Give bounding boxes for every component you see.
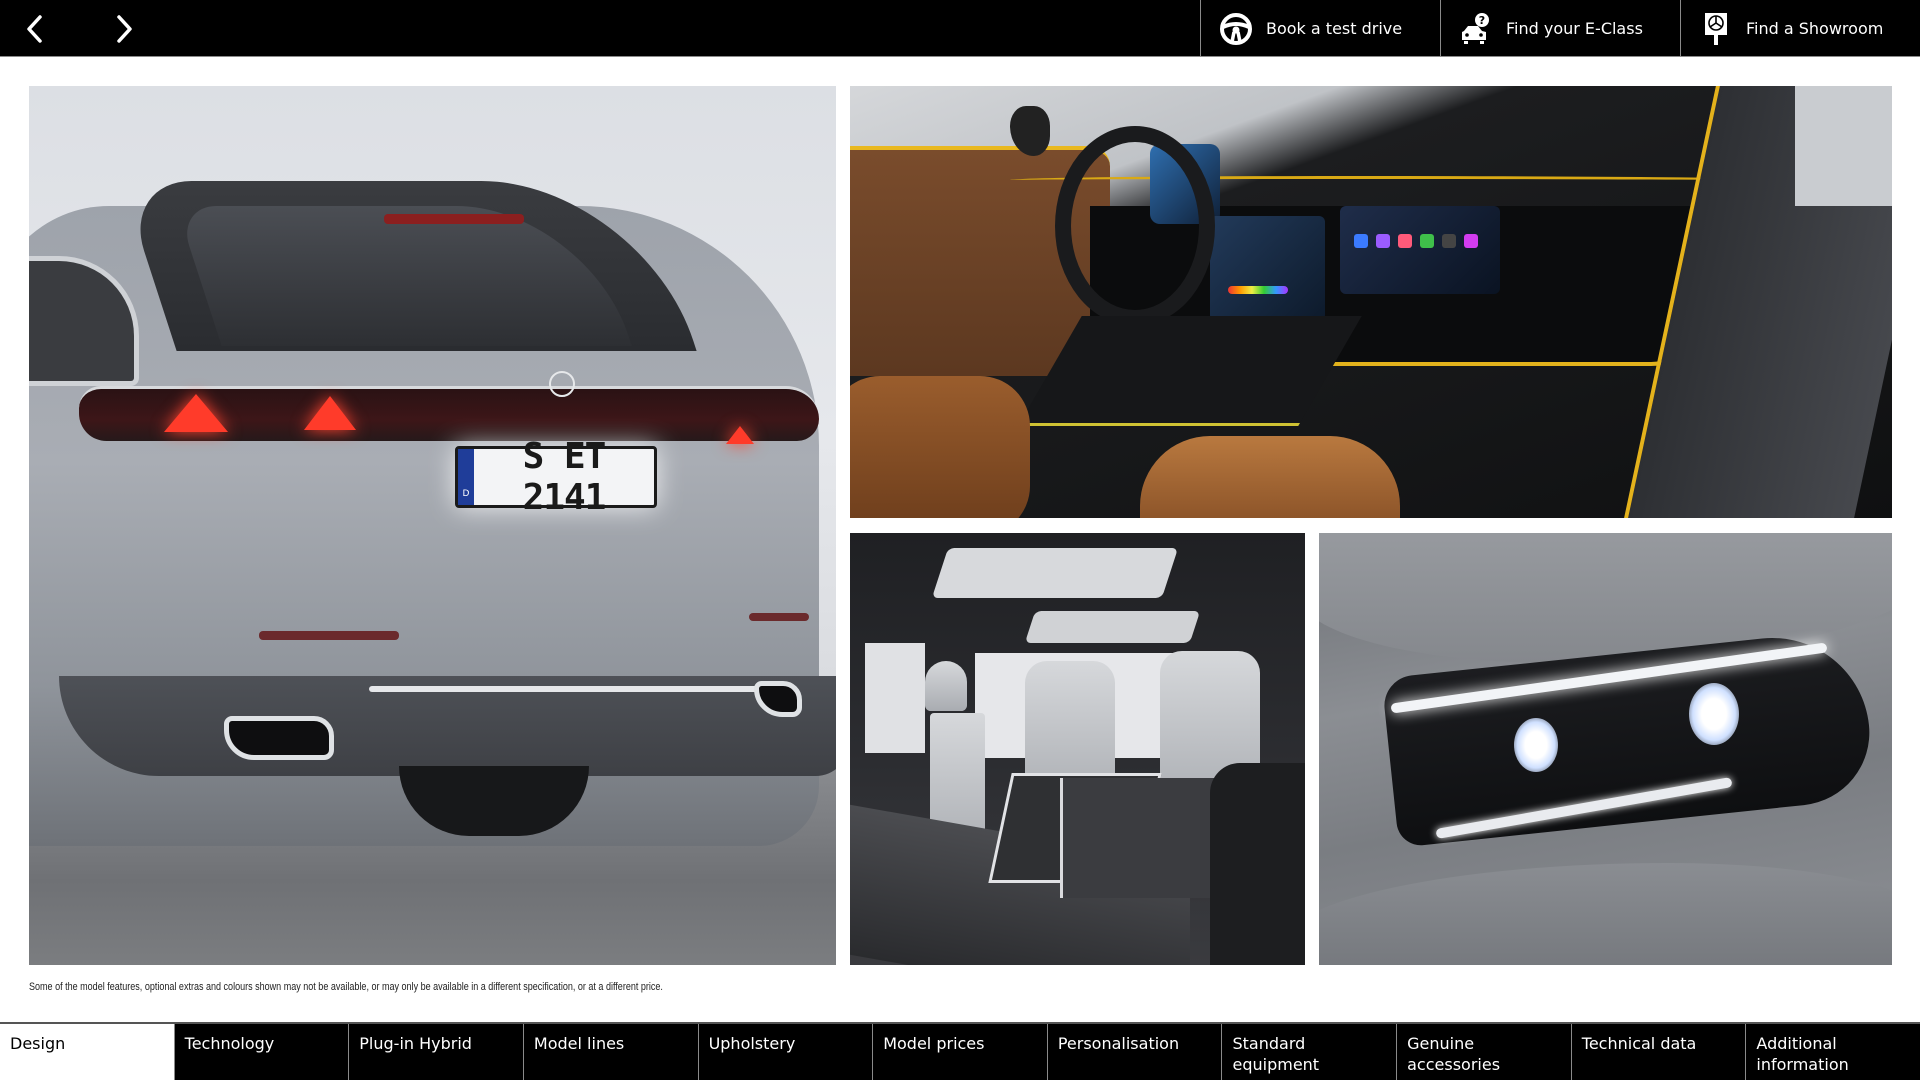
photo-rear-view[interactable]: D S ET 2141: [29, 86, 836, 965]
exhaust-tip: [224, 716, 334, 760]
steering-wheel: [1055, 126, 1215, 326]
colour-picker: [1228, 286, 1288, 294]
central-display: [1210, 216, 1325, 321]
top-bar: Book a test drive ? Find your E-Class Fi…: [0, 0, 1920, 57]
star-tail-light: [304, 396, 356, 430]
find-a-showroom-label: Find a Showroom: [1746, 19, 1884, 38]
tab-design[interactable]: Design: [0, 1024, 174, 1080]
car-question-icon: ?: [1459, 12, 1493, 46]
plate-country-code: D: [458, 449, 474, 505]
tab-plug-in-hybrid[interactable]: Plug-in Hybrid: [348, 1024, 523, 1080]
app-icon: [1464, 234, 1478, 248]
chevron-right-icon: [117, 15, 132, 43]
star-tail-light: [164, 394, 228, 432]
tab-technology[interactable]: Technology: [173, 1024, 349, 1080]
app-icon: [1376, 234, 1390, 248]
find-your-e-class-button[interactable]: ? Find your E-Class: [1440, 0, 1680, 57]
chrome-trim: [369, 686, 769, 692]
side-window: [1795, 86, 1892, 206]
rear-reflector: [259, 631, 399, 640]
section-nav: Design Technology Plug-in Hybrid Model l…: [0, 1022, 1920, 1080]
disclaimer-text: Some of the model features, optional ext…: [29, 981, 663, 993]
boot-side-panel: [1210, 763, 1305, 965]
mercedes-star-icon: [549, 371, 575, 397]
headlight-lamp: [1689, 683, 1739, 745]
find-your-e-class-label: Find your E-Class: [1506, 19, 1643, 38]
next-page-button[interactable]: [104, 10, 144, 48]
svg-text:?: ?: [1479, 14, 1485, 27]
headlight-housing: [1381, 628, 1877, 848]
license-plate: D S ET 2141: [455, 436, 657, 518]
rear-reflector: [749, 613, 809, 621]
third-brake-light: [384, 214, 524, 224]
plate-number: S ET 2141: [522, 436, 607, 518]
tab-standard-equipment[interactable]: Standard equipment: [1221, 1024, 1397, 1080]
tab-additional-information[interactable]: Additional information: [1745, 1024, 1920, 1080]
photo-boot-space[interactable]: [850, 533, 1305, 965]
previous-page-button[interactable]: [15, 10, 55, 48]
passenger-seat: [1140, 436, 1400, 518]
app-icon: [1442, 234, 1456, 248]
star-tail-light: [726, 426, 754, 444]
driver-seat: [850, 376, 1030, 518]
passenger-display: [1340, 206, 1500, 294]
book-test-drive-label: Book a test drive: [1266, 19, 1403, 38]
showroom-pin-icon: [1699, 12, 1733, 46]
app-icon: [1354, 234, 1368, 248]
find-a-showroom-button[interactable]: Find a Showroom: [1680, 0, 1920, 57]
headrest: [925, 661, 967, 711]
book-test-drive-button[interactable]: Book a test drive: [1200, 0, 1440, 57]
tab-personalisation[interactable]: Personalisation: [1046, 1024, 1222, 1080]
photo-interior[interactable]: [850, 86, 1892, 518]
app-icon: [1420, 234, 1434, 248]
tab-upholstery[interactable]: Upholstery: [697, 1024, 873, 1080]
chevron-left-icon: [27, 15, 42, 43]
steering-wheel-icon: [1219, 12, 1253, 46]
app-icon: [1398, 234, 1412, 248]
panoramic-roof: [1024, 611, 1201, 643]
panoramic-roof: [931, 548, 1179, 598]
tab-model-lines[interactable]: Model lines: [522, 1024, 698, 1080]
tab-model-prices[interactable]: Model prices: [872, 1024, 1047, 1080]
front-wing: [1319, 863, 1892, 965]
headlight-lamp: [1514, 718, 1558, 772]
quick-links: Book a test drive ? Find your E-Class Fi…: [1200, 0, 1920, 57]
photo-headlight[interactable]: [1319, 533, 1892, 965]
side-window: [865, 643, 925, 753]
tab-technical-data[interactable]: Technical data: [1570, 1024, 1746, 1080]
tab-genuine-accessories[interactable]: Genuine accessories: [1396, 1024, 1571, 1080]
